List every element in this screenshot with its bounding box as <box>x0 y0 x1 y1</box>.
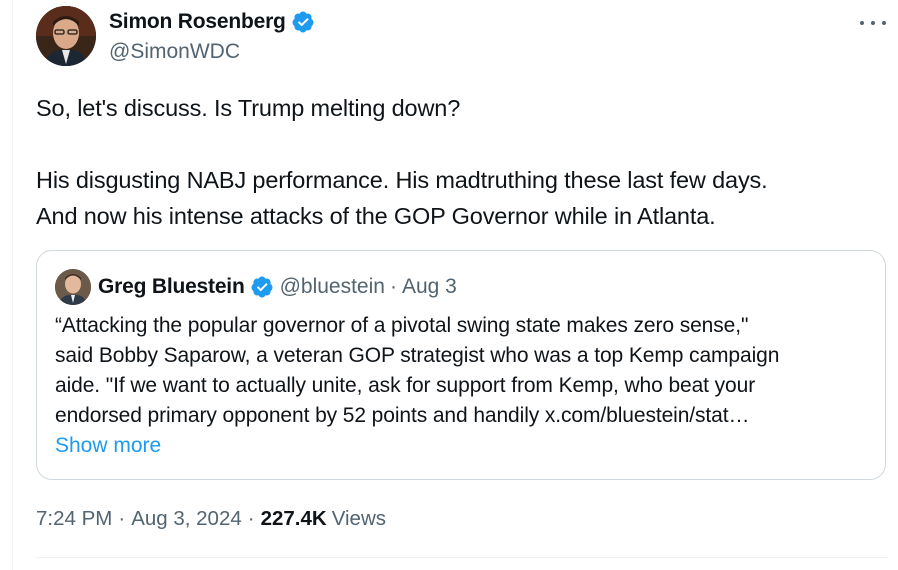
more-horizontal-icon[interactable] <box>860 14 886 32</box>
quoted-author-name[interactable]: Greg Bluestein <box>98 275 245 299</box>
verified-badge-icon <box>251 276 273 298</box>
verified-badge-icon <box>292 11 314 33</box>
separator-dot: · <box>118 507 126 530</box>
quoted-tweet-line: aide. "If we want to actually unite, ask… <box>55 374 756 397</box>
tweet-date[interactable]: Aug 3, 2024 <box>131 507 242 531</box>
tweet-time[interactable]: 7:24 PM <box>36 507 112 531</box>
quoted-tweet[interactable]: Greg Bluestein @bluestein · Aug 3 “Attac… <box>36 250 886 480</box>
quoted-author-handle[interactable]: @bluestein <box>280 275 385 299</box>
quoted-tweet-line: endorsed primary opponent by 52 points a… <box>55 404 750 427</box>
views-label: Views <box>331 507 387 530</box>
divider <box>36 557 888 558</box>
quoted-tweet-line: said Bobby Saparow, a veteran GOP strate… <box>55 344 780 367</box>
tweet-line: And now his intense attacks of the GOP G… <box>36 203 716 229</box>
author-names: Simon Rosenberg @SimonWDC <box>109 9 315 64</box>
tweet-meta: 7:24 PM · Aug 3, 2024 · 227.4K Views <box>36 505 386 533</box>
views-count: 227.4K <box>260 507 327 530</box>
separator-dot: · <box>389 275 397 298</box>
separator-dot: · <box>247 507 255 530</box>
quoted-tweet-date[interactable]: Aug 3 <box>402 275 457 299</box>
author-avatar[interactable] <box>36 6 96 66</box>
show-more-link[interactable]: Show more <box>55 431 161 461</box>
quoted-tweet-line: “Attacking the popular governor of a piv… <box>55 314 749 337</box>
timeline-border <box>12 0 13 570</box>
author-handle[interactable]: @SimonWDC <box>109 40 315 64</box>
tweet-text: So, let's discuss. Is Trump melting down… <box>36 90 888 234</box>
quoted-tweet-header: Greg Bluestein @bluestein · Aug 3 <box>55 269 457 305</box>
quoted-author-avatar[interactable] <box>55 269 91 305</box>
tweet-line: So, let's discuss. Is Trump melting down… <box>36 95 461 121</box>
tweet: Simon Rosenberg @SimonWDC So, let's disc… <box>36 0 888 570</box>
tweet-line: His disgusting NABJ performance. His mad… <box>36 167 768 193</box>
tweet-header: Simon Rosenberg @SimonWDC <box>36 6 888 68</box>
author-display-name[interactable]: Simon Rosenberg <box>109 10 286 34</box>
quoted-tweet-text: “Attacking the popular governor of a piv… <box>55 311 867 431</box>
